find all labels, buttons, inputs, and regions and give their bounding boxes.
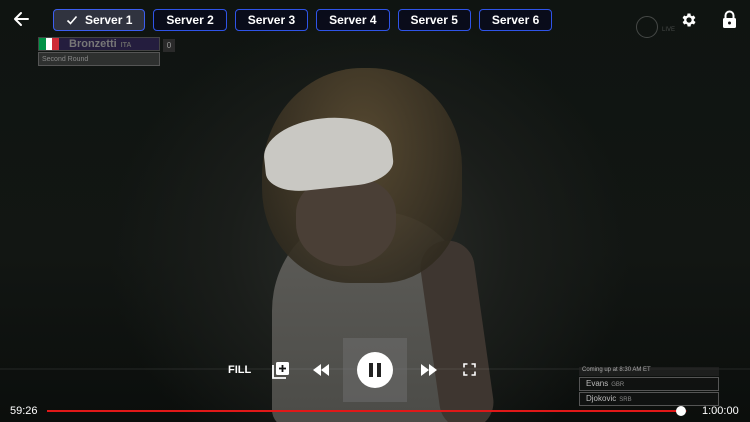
gear-icon[interactable] [680,11,698,29]
player-name: Bronzetti ITA [69,38,132,50]
server-5-button[interactable]: Server 5 [397,9,471,31]
video-player[interactable]: Server 1 Server 2 Server 3 Server 4 Serv… [0,0,750,422]
coming-up-panel: Coming up at 8:30 AM ET Evans GBR Djokovi… [579,367,719,406]
seek-bar[interactable] [47,406,687,416]
seek-bar-progress [47,410,682,412]
fill-button[interactable]: FILL [228,364,251,376]
player-face [296,178,396,266]
server-4-button[interactable]: Server 4 [316,9,390,31]
seek-handle[interactable] [676,406,687,416]
server-label: Server 5 [410,13,458,27]
server-3-button[interactable]: Server 3 [234,9,309,31]
coming-up-player: Djokovic SRB [579,392,719,406]
server-2-button[interactable]: Server 2 [153,9,227,31]
player-score: 0 [163,39,175,52]
server-selector: Server 1 Server 2 Server 3 Server 4 Serv… [53,9,553,31]
coming-up-player: Evans GBR [579,377,719,391]
round-label: Second Round [38,52,160,66]
watermark-logo [636,16,658,38]
fullscreen-icon[interactable] [463,363,476,376]
pause-button-backdrop [343,338,407,402]
arrow-left-icon[interactable] [12,10,30,28]
server-label: Server 2 [166,13,214,27]
lock-icon[interactable] [722,10,737,29]
server-label: Server 3 [247,13,296,27]
server-label: Server 1 [85,13,133,27]
fast-forward-icon[interactable] [421,364,437,376]
total-duration: 1:00:00 [702,405,739,417]
score-row: Bronzetti ITA 0 [38,37,175,52]
pause-icon[interactable] [357,352,393,388]
rewind-icon[interactable] [313,364,329,376]
checkmark-icon [66,15,78,25]
watermark-text: LIVE [662,27,676,33]
server-1-button[interactable]: Server 1 [53,9,146,31]
player-country: ITA [120,42,132,49]
elapsed-time: 59:26 [10,405,38,417]
scoreboard: Bronzetti ITA 0 Second Round [38,37,175,66]
server-label: Server 6 [491,13,540,27]
server-label: Server 4 [329,13,377,27]
coming-up-heading: Coming up at 8:30 AM ET [579,367,719,376]
server-6-button[interactable]: Server 6 [478,9,553,31]
italy-flag-icon [39,38,60,50]
add-to-queue-icon[interactable] [272,361,290,379]
